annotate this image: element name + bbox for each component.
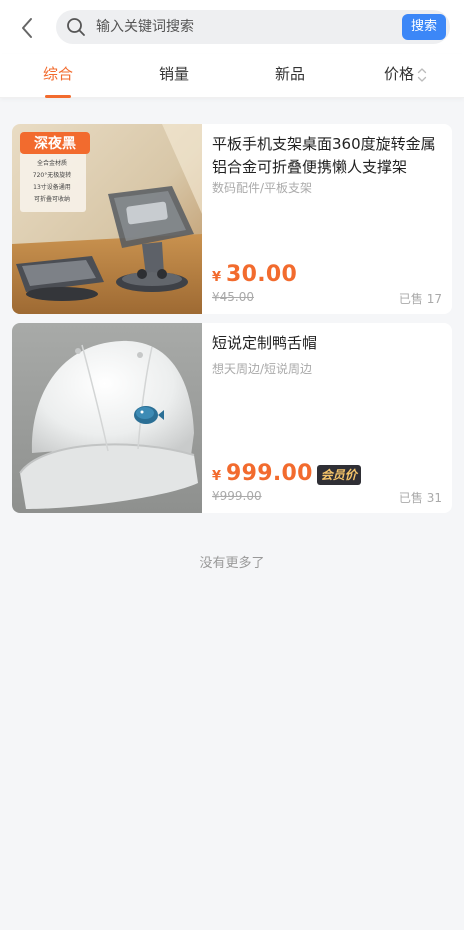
search-box[interactable]: 搜索 — [56, 10, 450, 44]
image-feature-text: 720°无极旋转 — [33, 171, 71, 179]
product-title: 短说定制鸭舌帽 — [212, 334, 318, 352]
price-row: ¥ 999.00 会员价 — [212, 461, 361, 489]
tab-label: 销量 — [158, 65, 189, 83]
tab-new[interactable]: 新品 — [246, 54, 334, 98]
tab-label: 价格 — [384, 65, 415, 83]
product-image-baseball-cap — [12, 323, 202, 513]
sort-tabs: 综合 销量 新品 价格 — [0, 54, 464, 98]
price-row: ¥ 30.00 — [212, 262, 297, 290]
product-image-tablet-stand: 深夜黑 全合金材质 720°无极旋转 13寸设备通用 可折叠可收纳 — [12, 124, 202, 314]
product-category: 想天周边/短说周边 — [212, 362, 313, 376]
tab-label: 新品 — [274, 65, 305, 83]
product-card[interactable]: 短说定制鸭舌帽 想天周边/短说周边 ¥ 999.00 会员价 ¥999.00 已… — [12, 323, 452, 513]
member-price-badge: 会员价 — [316, 465, 361, 485]
search-button[interactable]: 搜索 — [402, 14, 446, 40]
no-more-text: 没有更多了 — [199, 556, 265, 571]
chevron-left-icon — [22, 18, 32, 38]
tab-label: 综合 — [42, 65, 73, 83]
header: 搜索 — [0, 0, 464, 54]
image-feature-text: 可折叠可收纳 — [34, 195, 70, 203]
search-icon — [67, 18, 85, 36]
search-input[interactable] — [96, 10, 396, 44]
sold-count: 已售 17 — [398, 292, 442, 306]
image-badge-text: 深夜黑 — [34, 135, 76, 152]
image-feature-text: 13寸设备通用 — [33, 183, 71, 191]
product-card[interactable]: 深夜黑 全合金材质 720°无极旋转 13寸设备通用 可折叠可收纳 平板手机支架… — [12, 124, 452, 314]
product-price: 30.00 — [226, 262, 298, 287]
sort-arrows-icon — [417, 68, 427, 82]
product-title: 平板手机支架桌面360度旋转金属铝合金可折叠便携懒人支撑架 — [212, 135, 436, 176]
original-price: ¥999.00 — [212, 489, 262, 503]
active-tab-indicator — [45, 95, 71, 98]
original-price: ¥45.00 — [212, 290, 254, 304]
tab-comprehensive[interactable]: 综合 — [14, 54, 102, 98]
image-feature-text: 全合金材质 — [37, 159, 67, 167]
sold-count: 已售 31 — [398, 491, 442, 505]
tab-sales[interactable]: 销量 — [130, 54, 218, 98]
product-price: 999.00 — [226, 461, 313, 486]
currency-symbol: ¥ — [212, 469, 222, 484]
product-category: 数码配件/平板支架 — [212, 181, 313, 195]
tab-price[interactable]: 价格 — [362, 54, 450, 98]
back-button[interactable] — [12, 13, 42, 43]
currency-symbol: ¥ — [212, 270, 222, 285]
